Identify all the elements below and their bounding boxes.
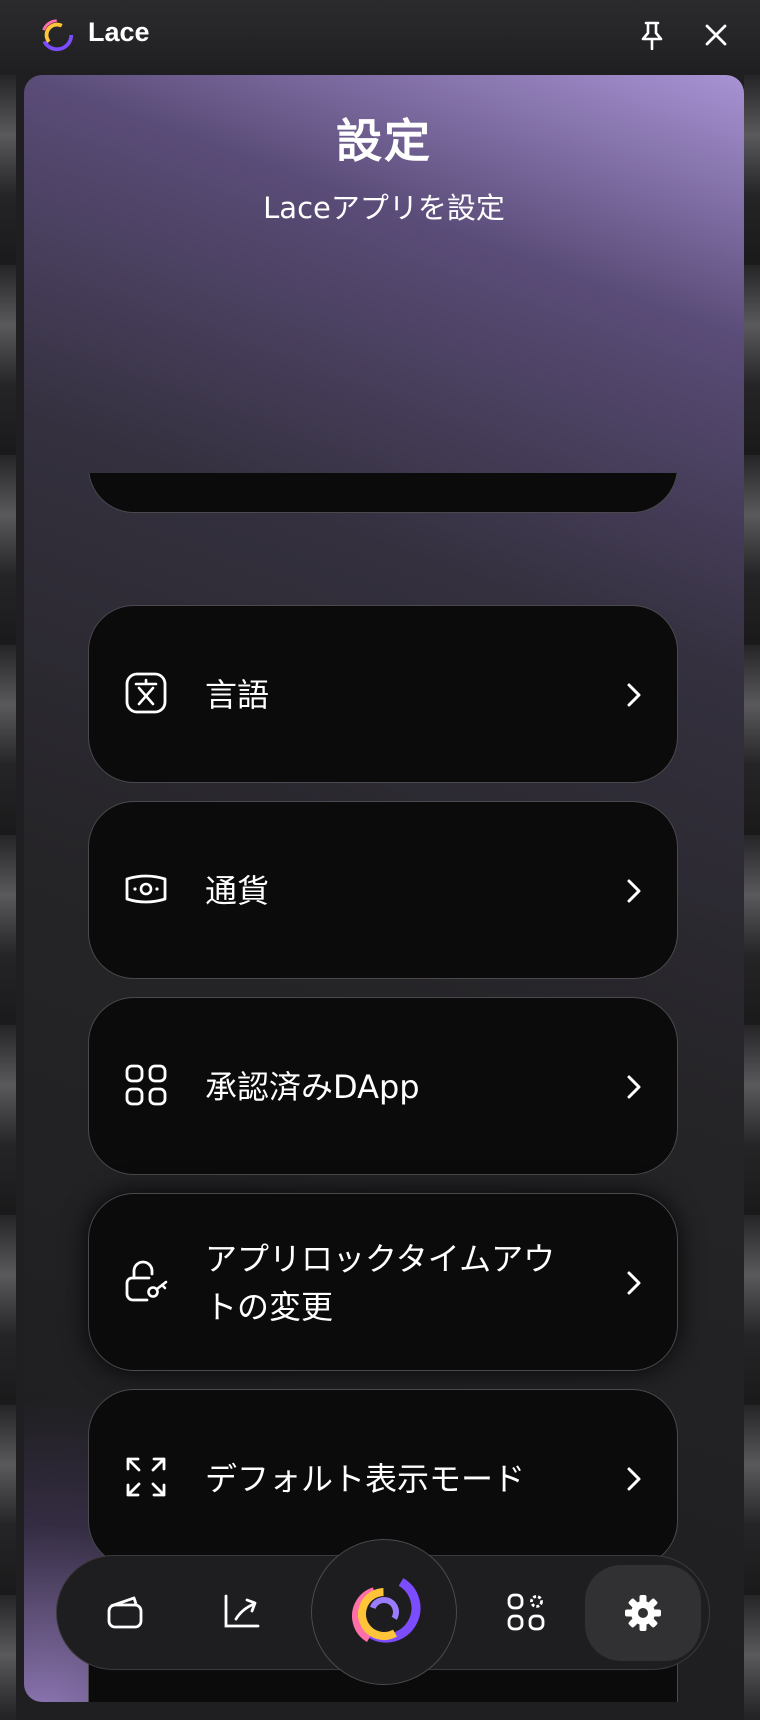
nav-apps-button[interactable] [471, 1556, 581, 1668]
close-icon [705, 24, 727, 46]
settings-item-label: 言語 [205, 676, 270, 714]
chevron-right-icon [627, 1075, 641, 1099]
settings-item-label: 承認済みDApp [205, 1068, 420, 1106]
settings-item-currency[interactable]: 通貨 [88, 801, 678, 979]
app-window: Lace 設定 Laceアプリを設定 言語 通貨 承認済みDApp アプリロック… [0, 0, 760, 1720]
close-button[interactable] [695, 14, 737, 56]
banknote-icon [121, 864, 171, 914]
grid-icon [121, 1060, 171, 1110]
wallet-icon [107, 1596, 143, 1629]
settings-gear-icon [625, 1595, 661, 1631]
chevron-right-icon [627, 1467, 641, 1491]
chevron-right-icon [627, 879, 641, 903]
translate-icon [121, 668, 171, 718]
chevron-right-icon [627, 1271, 641, 1295]
lace-logo-icon [351, 1573, 421, 1647]
nav-wallet-button[interactable] [70, 1556, 180, 1668]
settings-item-label: アプリロックタイムアウトの変更 [205, 1240, 556, 1326]
settings-item-hidden-top[interactable] [88, 473, 678, 513]
pin-button[interactable] [631, 14, 673, 56]
title-bar: Lace [0, 0, 760, 70]
page-subtitle: Laceアプリを設定 [263, 191, 505, 225]
chevron-right-icon [627, 683, 641, 707]
nav-settings-button[interactable] [585, 1565, 701, 1661]
app-name: Lace [88, 17, 150, 47]
settings-panel: 設定 Laceアプリを設定 言語 通貨 承認済みDApp アプリロックタイムアウ… [24, 75, 744, 1702]
page-title: 設定 [336, 114, 432, 168]
expand-icon [121, 1452, 171, 1502]
lock-key-icon [121, 1256, 171, 1306]
lace-logo-icon [40, 18, 74, 52]
settings-item-authorized-dapps[interactable]: 承認済みDApp [88, 997, 678, 1175]
pin-icon [641, 21, 663, 50]
settings-item-language[interactable]: 言語 [88, 605, 678, 783]
settings-item-label: 通貨 [205, 872, 270, 910]
nav-home-lace-button[interactable] [311, 1539, 457, 1685]
settings-item-lock-timeout[interactable]: アプリロックタイムアウトの変更 [88, 1193, 678, 1371]
apps-icon [507, 1593, 545, 1631]
left-bezel [0, 75, 16, 1720]
activity-icon [224, 1594, 260, 1628]
right-bezel [744, 75, 760, 1720]
settings-list[interactable]: 言語 通貨 承認済みDApp アプリロックタイムアウトの変更 デフォルト表示モー… [24, 473, 744, 1702]
nav-activity-button[interactable] [187, 1556, 297, 1668]
